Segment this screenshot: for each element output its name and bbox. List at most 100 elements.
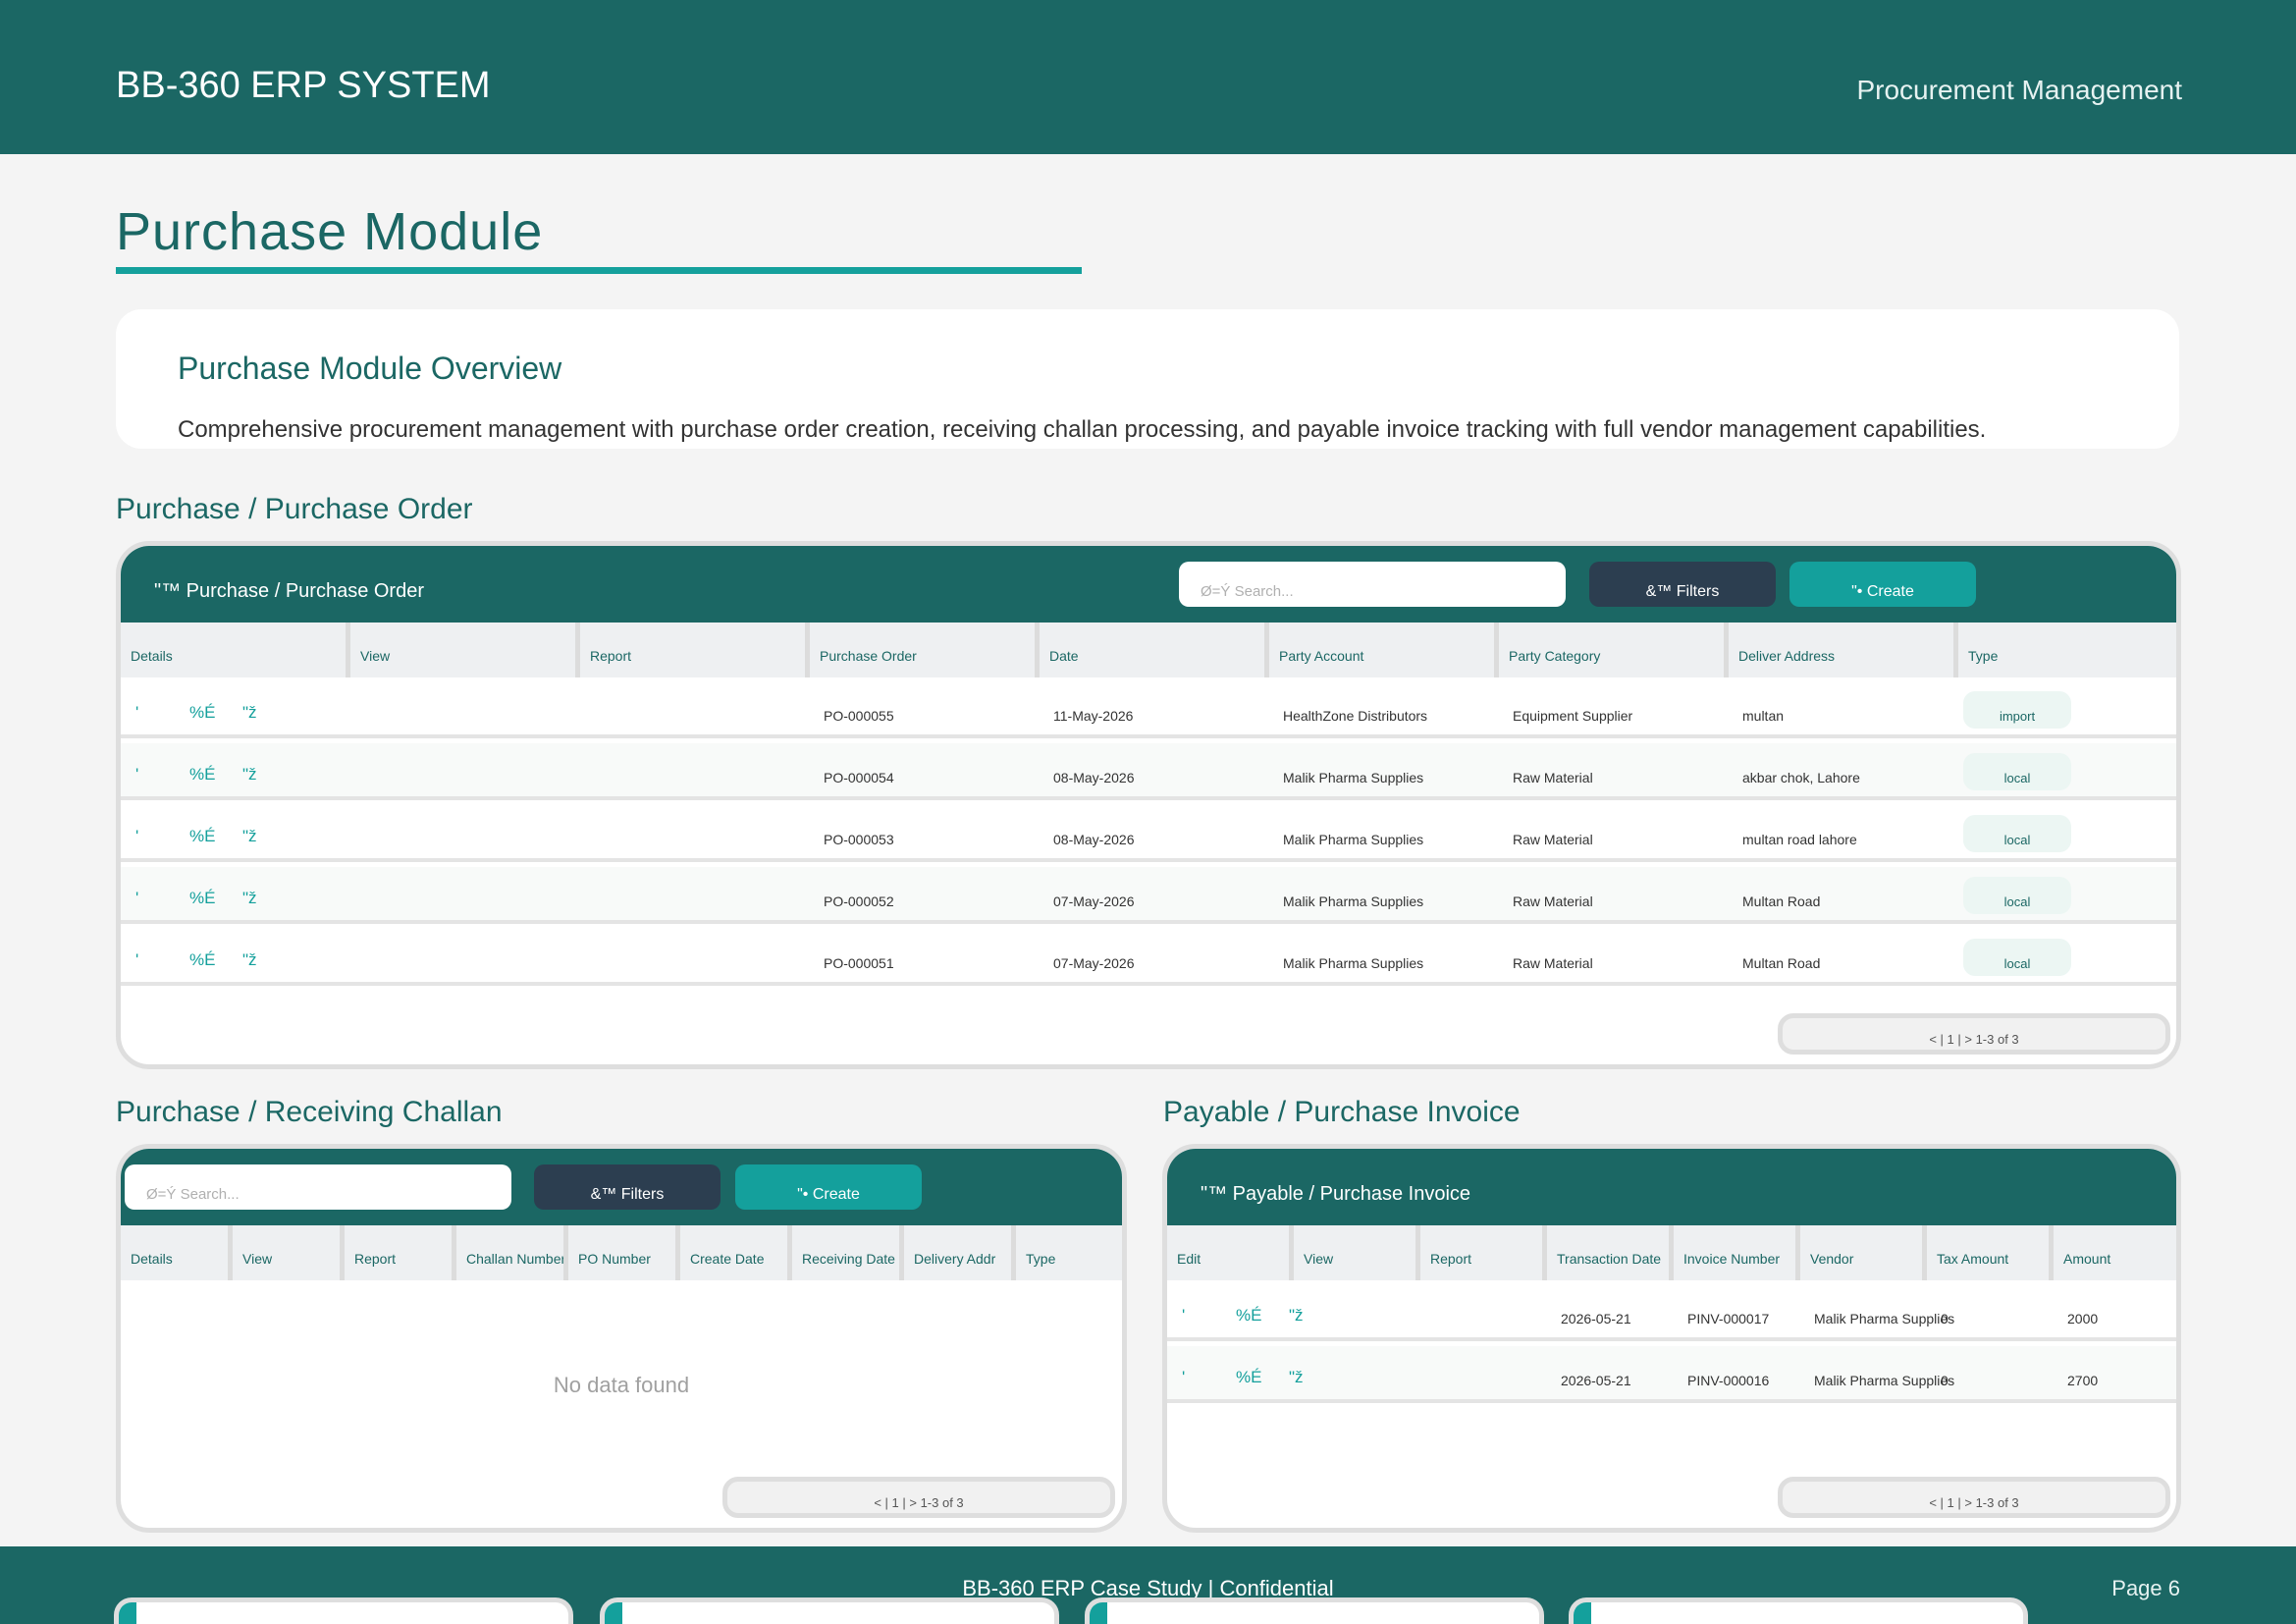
overview-heading: Purchase Module Overview <box>178 351 562 386</box>
report-action-icon[interactable]: "ž <box>242 950 257 970</box>
party-account: HealthZone Distributors <box>1283 708 1428 724</box>
table-row[interactable]: ' %É "ž PO-000051 07-May-2026 Malik Phar… <box>121 929 2176 986</box>
title-underline <box>116 267 1082 274</box>
table-row[interactable]: ' %É "ž PO-000055 11-May-2026 HealthZone… <box>121 681 2176 738</box>
next-card-preview <box>1569 1597 2028 1624</box>
details-action-icon[interactable]: ' <box>135 889 138 908</box>
view-action-icon[interactable]: %É <box>189 765 215 785</box>
card-accent <box>605 1602 622 1624</box>
table-row[interactable]: ' %É "ž 2026-05-21 PINV-000016 Malik Pha… <box>1167 1346 2176 1403</box>
purchase-order-pagination[interactable]: < | 1 | > 1-3 of 3 <box>1778 1013 2170 1055</box>
report-action-icon[interactable]: "ž <box>242 765 257 785</box>
tax-amount: 0 <box>1941 1373 1949 1388</box>
details-action-icon[interactable]: ' <box>135 950 138 970</box>
column-header[interactable]: Challan Number <box>456 1225 568 1280</box>
receiving-challan-create-button[interactable]: "• Create <box>735 1164 922 1210</box>
party-category: Equipment Supplier <box>1513 708 1633 724</box>
purchase-order-filters-button[interactable]: &™ Filters <box>1589 562 1776 607</box>
view-action-icon[interactable]: %É <box>1236 1368 1261 1387</box>
column-header[interactable]: Deliver Address <box>1729 623 1958 677</box>
report-action-icon[interactable]: "ž <box>1289 1368 1304 1387</box>
purchase-order-date: 07-May-2026 <box>1053 893 1135 909</box>
view-action-icon[interactable]: %É <box>189 703 215 723</box>
column-header[interactable]: Party Account <box>1269 623 1499 677</box>
report-action-icon[interactable]: "ž <box>242 827 257 846</box>
column-header[interactable]: Report <box>580 623 810 677</box>
purchase-order-number: PO-000051 <box>824 955 894 971</box>
view-action-icon[interactable]: %É <box>189 827 215 846</box>
purchase-order-date: 08-May-2026 <box>1053 832 1135 847</box>
column-header[interactable]: Details <box>121 1225 233 1280</box>
next-card-preview <box>600 1597 1059 1624</box>
vendor-name: Malik Pharma Supplies <box>1814 1311 1955 1326</box>
edit-action-icon[interactable]: ' <box>1182 1306 1185 1326</box>
deliver-address: akbar chok, Lahore <box>1742 770 1860 785</box>
column-header[interactable]: Type <box>1016 1225 1122 1280</box>
column-header[interactable]: Edit <box>1167 1225 1294 1280</box>
column-header[interactable]: Tax Amount <box>1927 1225 2054 1280</box>
column-header[interactable]: Type <box>1958 623 2176 677</box>
receiving-challan-filters-button[interactable]: &™ Filters <box>534 1164 721 1210</box>
table-row[interactable]: ' %É "ž PO-000054 08-May-2026 Malik Phar… <box>121 743 2176 800</box>
party-category: Raw Material <box>1513 955 1593 971</box>
invoice-amount: 2000 <box>2067 1311 2099 1326</box>
invoice-number: PINV-000017 <box>1687 1311 1770 1326</box>
page-title: Purchase Module <box>116 202 544 261</box>
purchase-order-search-input[interactable] <box>1179 562 1566 607</box>
purchase-order-date: 07-May-2026 <box>1053 955 1135 971</box>
purchase-order-panel-header: "™ Purchase / Purchase Order &™ Filters … <box>121 546 2176 623</box>
report-action-icon[interactable]: "ž <box>1289 1306 1304 1326</box>
column-header[interactable]: Create Date <box>680 1225 792 1280</box>
card-accent <box>1090 1602 1107 1624</box>
table-row[interactable]: ' %É "ž 2026-05-21 PINV-000017 Malik Pha… <box>1167 1284 2176 1341</box>
column-header[interactable]: Report <box>345 1225 456 1280</box>
view-action-icon[interactable]: %É <box>189 950 215 970</box>
receiving-challan-table-header: Details View Report Challan Number PO Nu… <box>121 1225 1122 1280</box>
view-action-icon[interactable]: %É <box>189 889 215 908</box>
party-account: Malik Pharma Supplies <box>1283 832 1424 847</box>
details-action-icon[interactable]: ' <box>135 703 138 723</box>
column-header[interactable]: Receiving Date <box>792 1225 904 1280</box>
column-header[interactable]: Report <box>1420 1225 1547 1280</box>
column-header[interactable]: View <box>350 623 580 677</box>
edit-action-icon[interactable]: ' <box>1182 1368 1185 1387</box>
table-row[interactable]: ' %É "ž PO-000053 08-May-2026 Malik Phar… <box>121 805 2176 862</box>
report-action-icon[interactable]: "ž <box>242 889 257 908</box>
purchase-order-create-button[interactable]: "• Create <box>1789 562 1976 607</box>
receiving-challan-pagination[interactable]: < | 1 | > 1-3 of 3 <box>722 1477 1115 1518</box>
purchase-invoice-pagination[interactable]: < | 1 | > 1-3 of 3 <box>1778 1477 2170 1518</box>
next-card-preview <box>1085 1597 1544 1624</box>
party-account: Malik Pharma Supplies <box>1283 955 1424 971</box>
details-action-icon[interactable]: ' <box>135 765 138 785</box>
purchase-order-table-header: Details View Report Purchase Order Date … <box>121 623 2176 677</box>
next-card-preview <box>114 1597 573 1624</box>
column-header[interactable]: Purchase Order <box>810 623 1040 677</box>
column-header[interactable]: Date <box>1040 623 1269 677</box>
column-header[interactable]: Amount <box>2054 1225 2176 1280</box>
report-action-icon[interactable]: "ž <box>242 703 257 723</box>
empty-state-message: No data found <box>553 1373 690 1397</box>
purchase-order-panel-title: "™ Purchase / Purchase Order <box>154 580 424 602</box>
party-category: Raw Material <box>1513 893 1593 909</box>
column-header[interactable]: Transaction Date <box>1547 1225 1674 1280</box>
column-header[interactable]: PO Number <box>568 1225 680 1280</box>
purchase-order-number: PO-000054 <box>824 770 894 785</box>
table-row[interactable]: ' %É "ž PO-000052 07-May-2026 Malik Phar… <box>121 867 2176 924</box>
view-action-icon[interactable]: %É <box>1236 1306 1261 1326</box>
type-badge: local <box>1963 753 2071 790</box>
type-badge: import <box>1963 691 2071 729</box>
column-header[interactable]: Details <box>121 623 350 677</box>
receiving-challan-section-label: Purchase / Receiving Challan <box>116 1096 503 1128</box>
details-action-icon[interactable]: ' <box>135 827 138 846</box>
column-header[interactable]: View <box>1294 1225 1420 1280</box>
column-header[interactable]: Vendor <box>1800 1225 1927 1280</box>
column-header[interactable]: Invoice Number <box>1674 1225 1800 1280</box>
column-header[interactable]: Party Category <box>1499 623 1729 677</box>
receiving-challan-panel: &™ Filters "• Create Details View Report… <box>116 1144 1127 1533</box>
column-header[interactable]: View <box>233 1225 345 1280</box>
purchase-invoice-panel: "™ Payable / Purchase Invoice Edit View … <box>1162 1144 2181 1533</box>
deliver-address: Multan Road <box>1742 955 1821 971</box>
purchase-order-date: 08-May-2026 <box>1053 770 1135 785</box>
column-header[interactable]: Delivery Addr <box>904 1225 1016 1280</box>
receiving-challan-search-input[interactable] <box>125 1164 511 1210</box>
